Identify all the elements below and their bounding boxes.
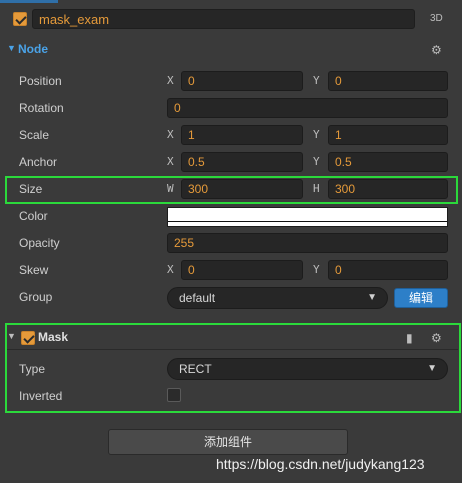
color-label: Color <box>19 209 48 223</box>
mask-section-header[interactable]: ▼ Mask ▮ ⚙ <box>0 327 462 349</box>
position-x-input[interactable]: 0 <box>181 71 303 91</box>
add-component-button[interactable]: 添加组件 <box>108 429 348 455</box>
node-section-header[interactable]: ▼ Node ⚙ <box>0 39 462 61</box>
3d-toggle[interactable]: 3D <box>430 13 443 24</box>
opacity-label: Opacity <box>19 236 60 250</box>
inverted-checkbox[interactable] <box>167 388 181 402</box>
mask-type-label: Type <box>19 362 46 376</box>
gear-icon[interactable]: ⚙ <box>431 331 442 345</box>
size-h-input[interactable]: 300 <box>328 179 448 199</box>
mask-divider <box>5 349 458 350</box>
skew-x-axis: X <box>167 263 174 276</box>
mask-section-title: Mask <box>38 330 69 344</box>
mask-type-select[interactable]: RECT ▼ <box>167 358 448 380</box>
scale-x-input[interactable]: 1 <box>181 125 303 145</box>
size-label: Size <box>19 182 43 196</box>
anchor-y-input[interactable]: 0.5 <box>328 152 448 172</box>
watermark-text: https://blog.csdn.net/judykang123 <box>216 456 425 472</box>
scale-label: Scale <box>19 128 50 142</box>
node-section-title: Node <box>18 42 48 56</box>
group-select[interactable]: default ▼ <box>167 287 388 309</box>
size-w-axis: W <box>167 182 174 195</box>
color-picker[interactable] <box>167 207 448 227</box>
collapse-arrow-icon[interactable]: ▼ <box>7 331 16 341</box>
node-name-input[interactable]: mask_exam <box>32 9 415 29</box>
edit-group-button[interactable]: 编辑 <box>394 288 448 308</box>
rotation-input[interactable]: 0 <box>167 98 448 118</box>
mask-enabled-checkbox[interactable] <box>21 331 35 345</box>
position-y-input[interactable]: 0 <box>328 71 448 91</box>
inverted-label: Inverted <box>19 389 63 403</box>
skew-y-axis: Y <box>313 263 320 276</box>
scale-x-axis: X <box>167 128 174 141</box>
skew-label: Skew <box>19 263 49 277</box>
rotation-label: Rotation <box>19 101 64 115</box>
scale-y-axis: Y <box>313 128 320 141</box>
size-w-input[interactable]: 300 <box>181 179 303 199</box>
anchor-x-axis: X <box>167 155 174 168</box>
group-select-value: default <box>179 291 216 305</box>
chevron-down-icon: ▼ <box>427 363 437 374</box>
position-y-axis: Y <box>313 74 320 87</box>
mask-type-value: RECT <box>179 362 212 376</box>
scale-y-input[interactable]: 1 <box>328 125 448 145</box>
opacity-input[interactable]: 255 <box>167 233 448 253</box>
chevron-down-icon: ▼ <box>367 292 377 303</box>
position-x-axis: X <box>167 74 174 87</box>
gear-icon[interactable]: ⚙ <box>431 43 442 57</box>
skew-x-input[interactable]: 0 <box>181 260 303 280</box>
node-active-checkbox[interactable] <box>13 12 27 26</box>
collapse-arrow-icon[interactable]: ▼ <box>7 43 16 53</box>
position-label: Position <box>19 74 62 88</box>
size-h-axis: H <box>313 182 320 195</box>
anchor-y-axis: Y <box>313 155 320 168</box>
node-header: mask_exam 3D <box>0 5 462 31</box>
book-icon[interactable]: ▮ <box>406 331 413 345</box>
anchor-x-input[interactable]: 0.5 <box>181 152 303 172</box>
group-label: Group <box>19 290 53 304</box>
skew-y-input[interactable]: 0 <box>328 260 448 280</box>
panel-tab-accent <box>0 0 58 3</box>
anchor-label: Anchor <box>19 155 58 169</box>
